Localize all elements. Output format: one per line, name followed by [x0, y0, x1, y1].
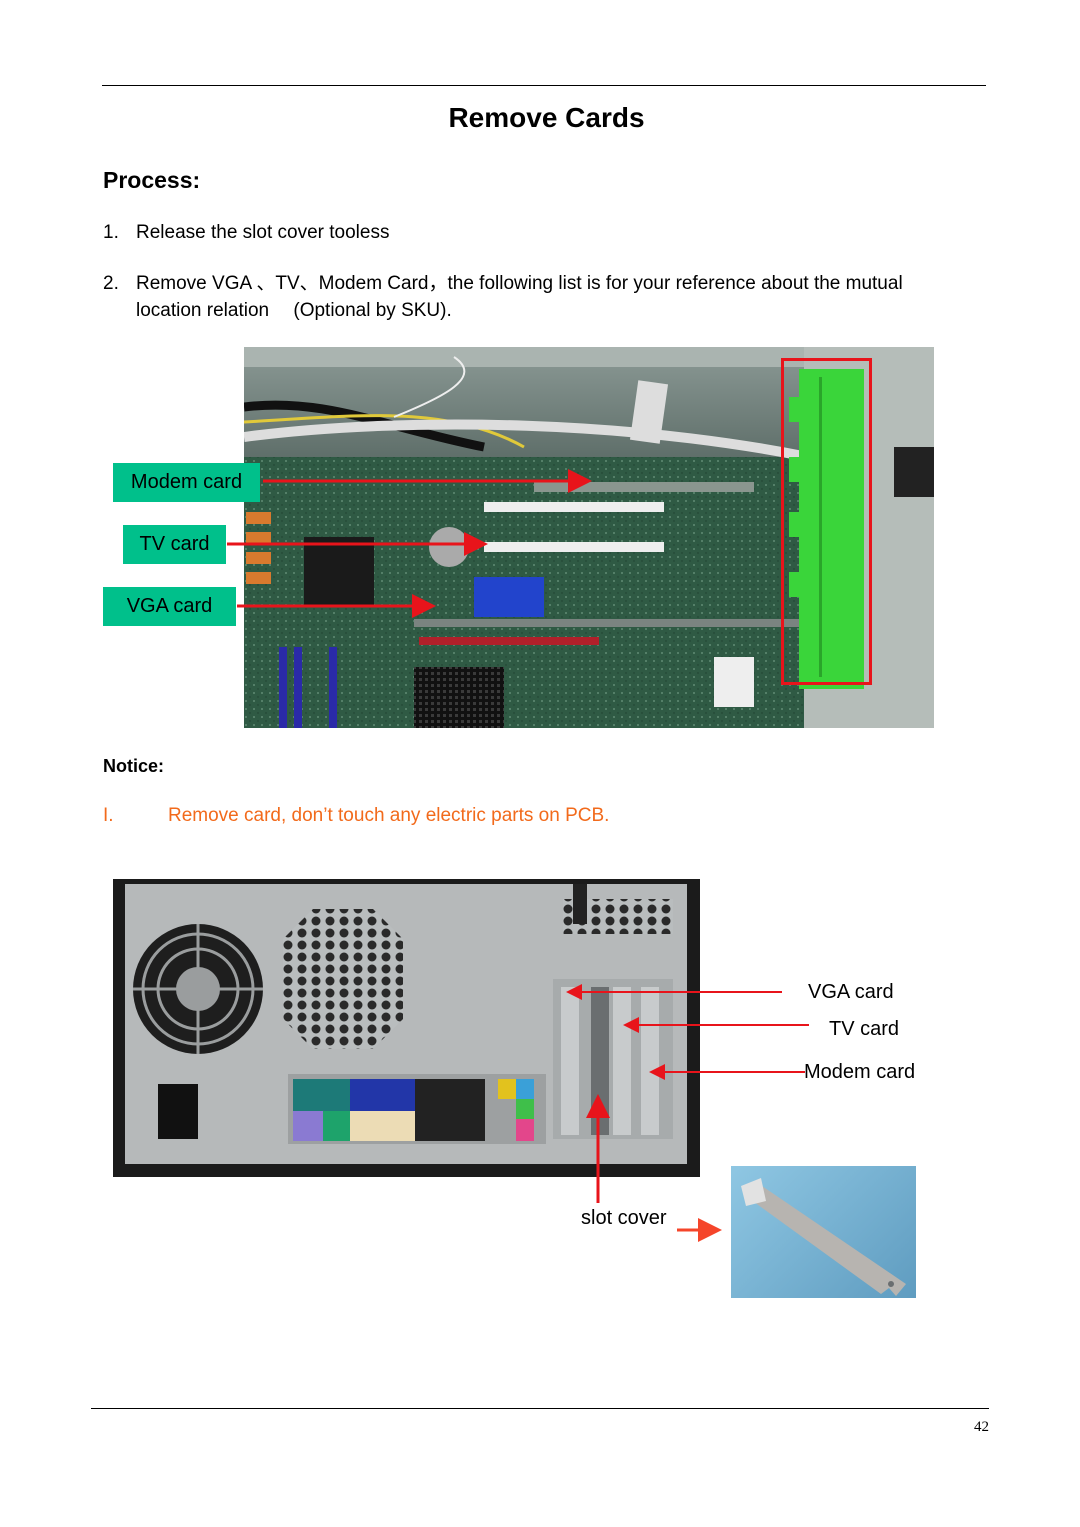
slot-cover-illustration [741, 1178, 906, 1296]
label-vga-card-rear: VGA card [808, 981, 894, 1003]
label-tv-card-rear: TV card [829, 1018, 900, 1040]
page-number: 42 [974, 1419, 989, 1435]
label-slot-cover: slot cover [581, 1207, 667, 1229]
figure2-arrows [566, 984, 809, 1242]
slot-cover-photo [731, 1166, 916, 1298]
footer-rule [91, 1408, 989, 1409]
label-modem-card-rear: Modem card [804, 1061, 916, 1083]
